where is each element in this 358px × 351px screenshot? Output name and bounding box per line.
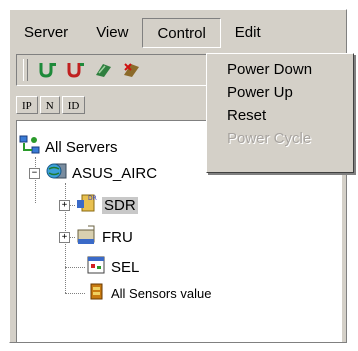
tree-node-sdr[interactable]: + DR SDR	[59, 193, 138, 217]
control-menu-dropdown: Power Down Power Up Reset Power Cycle	[206, 53, 354, 173]
menu-server[interactable]: Server	[10, 18, 82, 48]
toolbar	[16, 54, 238, 86]
menu-bar: Server View Control Edit	[10, 18, 346, 48]
svg-text:DR: DR	[88, 195, 97, 202]
tree-node-all-sensors[interactable]: All Sensors value	[85, 281, 211, 305]
expand-toggle[interactable]: +	[59, 199, 70, 211]
application-window: Server View Control Edit IP N ID All Ser…	[9, 9, 354, 343]
tree-label-all-servers: All Servers	[45, 138, 118, 156]
disconnect-icon[interactable]	[64, 59, 88, 81]
tree-connector	[65, 267, 85, 268]
sel-log-icon	[85, 254, 107, 281]
server-globe-icon	[46, 161, 68, 186]
tab-ip[interactable]: IP	[16, 96, 38, 114]
collapse-toggle[interactable]: −	[29, 167, 40, 179]
refresh-icon[interactable]	[92, 59, 116, 81]
menu-control[interactable]: Control	[142, 18, 221, 48]
menu-item-power-cycle: Power Cycle	[227, 130, 312, 147]
sensor-icon	[85, 280, 107, 307]
menu-item-power-up[interactable]: Power Up	[207, 81, 353, 104]
toolbar-grip[interactable]	[23, 59, 28, 81]
menu-view[interactable]: View	[82, 18, 142, 48]
tree-node-all-servers[interactable]: All Servers	[19, 135, 118, 159]
expand-toggle[interactable]: +	[59, 231, 70, 243]
stop-icon[interactable]	[120, 59, 144, 81]
connect-icon[interactable]	[36, 59, 60, 81]
menu-item-reset[interactable]: Reset	[207, 104, 353, 127]
tree-label-sel: SEL	[111, 258, 140, 276]
tree-label-all-sensors: All Sensors value	[111, 285, 212, 301]
tree-node-fru[interactable]: + FRU	[59, 225, 133, 249]
tree-connector	[65, 293, 85, 294]
tree-node-sel[interactable]: SEL	[85, 255, 139, 279]
tree-node-server[interactable]: − ASUS_AIRC	[29, 161, 157, 185]
tree-label-fru: FRU	[102, 228, 133, 246]
tree-label-server: ASUS_AIRC	[72, 164, 158, 182]
menu-item-power-down[interactable]: Power Down	[207, 58, 353, 81]
network-servers-icon	[19, 135, 41, 160]
tab-id[interactable]: ID	[61, 96, 86, 114]
tab-n[interactable]: N	[39, 96, 60, 114]
sdr-icon: DR	[76, 192, 98, 219]
fru-icon	[76, 224, 98, 251]
tree-label-sdr: SDR	[102, 196, 138, 214]
menu-edit[interactable]: Edit	[221, 18, 275, 48]
